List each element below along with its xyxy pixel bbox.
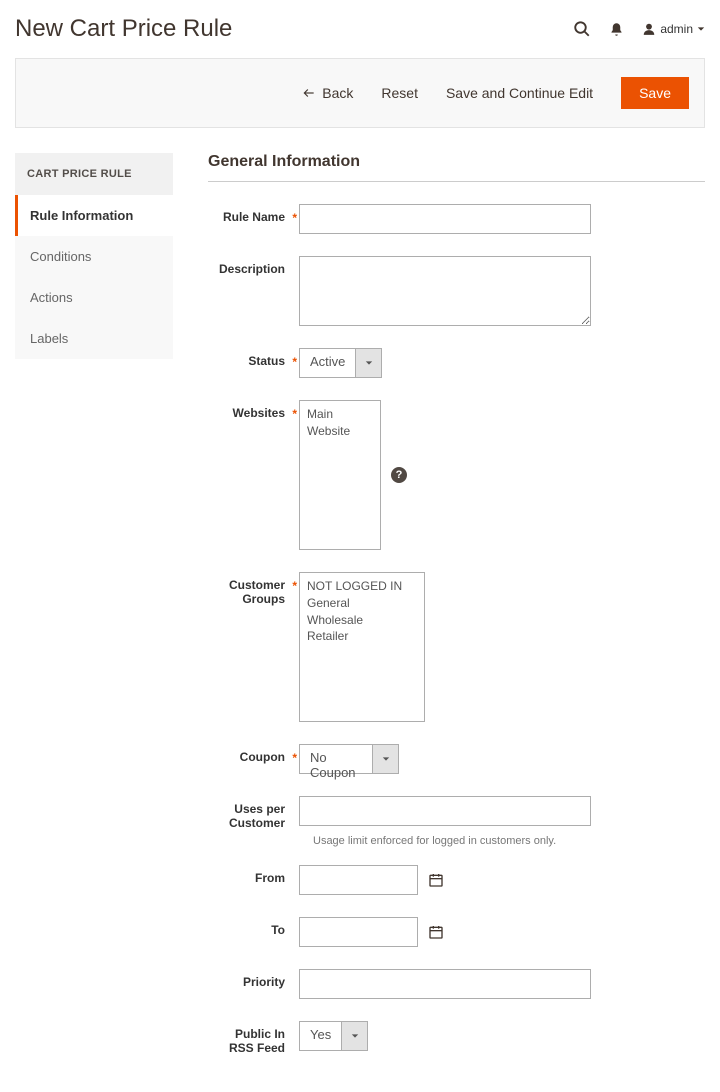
list-item[interactable]: NOT LOGGED IN	[307, 578, 417, 595]
coupon-select[interactable]: No Coupon	[299, 744, 399, 774]
notifications-icon[interactable]	[609, 22, 624, 37]
chevron-down-icon	[697, 25, 705, 33]
arrow-left-icon	[302, 86, 316, 100]
description-input[interactable]	[299, 256, 591, 326]
websites-multiselect[interactable]: Main Website	[299, 400, 381, 550]
status-select[interactable]: Active	[299, 348, 382, 378]
list-item[interactable]: Main Website	[307, 406, 373, 440]
list-item[interactable]: General	[307, 595, 417, 612]
sidebar-item-actions[interactable]: Actions	[15, 277, 173, 318]
save-button[interactable]: Save	[621, 77, 689, 109]
chevron-down-icon	[355, 349, 381, 377]
to-input[interactable]	[299, 917, 418, 947]
reset-button[interactable]: Reset	[381, 85, 418, 101]
chevron-down-icon	[341, 1022, 367, 1050]
uses-note: Usage limit enforced for logged in custo…	[313, 835, 705, 847]
priority-label: Priority	[208, 969, 299, 989]
sidebar: CART PRICE RULE Rule Information Conditi…	[15, 153, 173, 1077]
customer-groups-label: Customer Groups	[208, 572, 299, 606]
back-button[interactable]: Back	[302, 85, 353, 101]
save-continue-button[interactable]: Save and Continue Edit	[446, 85, 593, 101]
websites-label: Websites	[208, 400, 299, 420]
sidebar-item-labels[interactable]: Labels	[15, 318, 173, 359]
help-icon[interactable]: ?	[391, 467, 407, 483]
list-item[interactable]: Retailer	[307, 628, 417, 645]
rss-select[interactable]: Yes	[299, 1021, 368, 1051]
calendar-icon[interactable]	[428, 924, 444, 940]
rule-name-input[interactable]	[299, 204, 591, 234]
list-item[interactable]: Wholesale	[307, 612, 417, 629]
coupon-label: Coupon	[208, 744, 299, 764]
chevron-down-icon	[372, 745, 398, 773]
rule-name-label: Rule Name	[208, 204, 299, 224]
sidebar-item-conditions[interactable]: Conditions	[15, 236, 173, 277]
user-menu[interactable]: admin	[642, 22, 705, 36]
rss-label: Public In RSS Feed	[208, 1021, 299, 1055]
uses-per-customer-input[interactable]	[299, 796, 591, 826]
page-title: New Cart Price Rule	[15, 15, 232, 43]
sidebar-heading: CART PRICE RULE	[15, 153, 173, 195]
description-label: Description	[208, 256, 299, 276]
from-label: From	[208, 865, 299, 885]
priority-input[interactable]	[299, 969, 591, 999]
search-icon[interactable]	[573, 20, 591, 38]
to-label: To	[208, 917, 299, 937]
from-input[interactable]	[299, 865, 418, 895]
customer-groups-multiselect[interactable]: NOT LOGGED IN General Wholesale Retailer	[299, 572, 425, 722]
calendar-icon[interactable]	[428, 872, 444, 888]
uses-per-customer-label: Uses per Customer	[208, 796, 299, 830]
sidebar-item-rule-information[interactable]: Rule Information	[15, 195, 173, 236]
action-bar: Back Reset Save and Continue Edit Save	[15, 58, 705, 128]
user-icon	[642, 22, 656, 36]
section-title: General Information	[208, 153, 705, 182]
user-label: admin	[660, 22, 693, 36]
status-label: Status	[208, 348, 299, 368]
